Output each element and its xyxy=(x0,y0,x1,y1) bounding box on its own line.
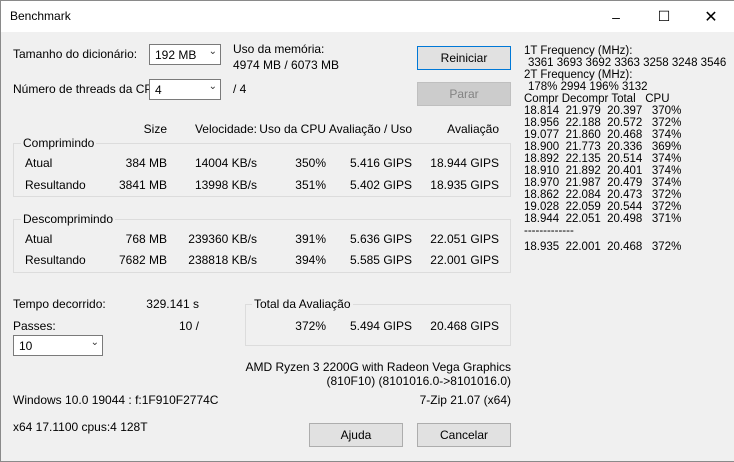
dict-select[interactable]: 192 MB ⌄ xyxy=(149,44,221,65)
compress-current-label: Atual xyxy=(25,156,53,170)
passes-select[interactable]: 10 ⌄ xyxy=(13,335,103,356)
chevron-down-icon: ⌄ xyxy=(90,337,99,348)
cpu-id: (810F10) (8101016.0->8101016.0) xyxy=(326,374,511,388)
threads-label: Número de threads da CPU: xyxy=(13,82,165,96)
results-row: 18.900 21.773 20.336 369% xyxy=(524,141,682,153)
decompress-current-size: 768 MB xyxy=(125,232,167,246)
frequency-panel: 1T Frequency (MHz): 3361 3693 3692 3363 … xyxy=(524,45,726,253)
decompress-current-label: Atual xyxy=(25,232,53,246)
f2-values: 178% 2994 196% 3132 xyxy=(528,81,648,93)
results-row: 18.944 22.051 20.498 371% xyxy=(524,213,682,225)
compress-result-speed: 13998 KB/s xyxy=(194,178,257,192)
compress-result-label: Resultando xyxy=(25,178,86,192)
elapsed-label: Tempo decorrido: xyxy=(13,297,106,311)
window-title: Benchmark xyxy=(10,9,71,23)
results-separator: ------------- xyxy=(524,225,574,237)
compress-result-rating-use: 5.402 GIPS xyxy=(349,178,412,192)
results-row: 18.970 21.987 20.479 374% xyxy=(524,177,682,189)
compress-current-rating: 18.944 GIPS xyxy=(430,156,499,170)
version-info: 7-Zip 21.07 (x64) xyxy=(419,393,511,407)
memory-label: Uso da memória: xyxy=(233,42,325,56)
decompress-current-cpu: 391% xyxy=(295,232,326,246)
compress-current-size: 384 MB xyxy=(125,156,167,170)
results-header: Compr Decompr Total CPU xyxy=(524,93,670,105)
close-icon[interactable]: ✕ xyxy=(688,1,734,32)
header-rating: Avaliação xyxy=(447,122,499,136)
decompress-result-rating-use: 5.585 GIPS xyxy=(349,253,412,267)
results-summary: 18.935 22.001 20.468 372% xyxy=(524,241,682,253)
elapsed-value: 329.141 s xyxy=(146,297,199,311)
benchmark-window: Benchmark – ☐ ✕ Tamanho do dicionário: 1… xyxy=(0,0,734,462)
header-size: Size xyxy=(143,122,167,136)
results-row: 18.910 21.892 20.401 374% xyxy=(524,165,682,177)
threads-total: / 4 xyxy=(233,82,247,96)
compress-current-rating-use: 5.416 GIPS xyxy=(349,156,412,170)
decompress-result-cpu: 394% xyxy=(295,253,326,267)
results-row: 19.028 22.059 20.544 372% xyxy=(524,201,682,213)
maximize-icon[interactable]: ☐ xyxy=(641,1,687,32)
help-button[interactable]: Ajuda xyxy=(309,423,403,447)
dict-label: Tamanho do dicionário: xyxy=(13,47,138,61)
compress-result-rating: 18.935 GIPS xyxy=(430,178,499,192)
total-cpu: 372% xyxy=(295,319,326,333)
cpu-model: AMD Ryzen 3 2200G with Radeon Vega Graph… xyxy=(245,360,511,374)
header-speed: Velocidade: xyxy=(194,122,257,136)
decompress-result-rating: 22.001 GIPS xyxy=(430,253,499,267)
minimize-icon[interactable]: – xyxy=(593,1,639,32)
results-row: 18.892 22.135 20.514 374% xyxy=(524,153,682,165)
threads-select[interactable]: 4 ⌄ xyxy=(149,79,221,100)
dict-select-value: 192 MB xyxy=(155,48,197,62)
decompress-result-size: 7682 MB xyxy=(118,253,167,267)
passes-value: 10 / xyxy=(178,319,199,333)
decompress-result-label: Resultando xyxy=(25,253,86,267)
restart-button[interactable]: Reiniciar xyxy=(417,46,511,70)
memory-value: 4974 MB / 6073 MB xyxy=(233,58,340,72)
results-row: 18.814 21.979 20.397 370% xyxy=(524,105,682,117)
decompress-result-speed: 238818 KB/s xyxy=(188,253,257,267)
os-info: Windows 10.0 19044 : f:1F910F2774C xyxy=(13,393,219,407)
decompress-current-speed: 239360 KB/s xyxy=(188,232,257,246)
decompress-current-rating: 22.051 GIPS xyxy=(430,232,499,246)
header-rating-use: Avaliação / Uso xyxy=(328,122,412,136)
compress-result-size: 3841 MB xyxy=(118,178,167,192)
results-row: 18.956 22.188 20.572 372% xyxy=(524,117,682,129)
arch-info: x64 17.1100 cpus:4 128T xyxy=(13,420,148,434)
header-cpu: Uso da CPU xyxy=(259,122,326,136)
threads-select-value: 4 xyxy=(155,83,162,97)
title-bar: Benchmark – ☐ ✕ xyxy=(1,1,734,32)
total-rating-use: 5.494 GIPS xyxy=(349,319,412,333)
passes-label: Passes: xyxy=(13,319,56,333)
compress-current-cpu: 350% xyxy=(295,156,326,170)
chevron-down-icon: ⌄ xyxy=(208,46,217,57)
cancel-button[interactable]: Cancelar xyxy=(417,423,511,447)
total-rating: 20.468 GIPS xyxy=(430,319,499,333)
decompress-current-rating-use: 5.636 GIPS xyxy=(349,232,412,246)
compress-title: Comprimindo xyxy=(21,136,97,150)
f2-label: 2T Frequency (MHz): xyxy=(524,69,633,81)
results-row: 19.077 21.860 20.468 374% xyxy=(524,129,682,141)
stop-button[interactable]: Parar xyxy=(417,82,511,106)
total-title: Total da Avaliação xyxy=(252,297,353,311)
compress-result-cpu: 351% xyxy=(295,178,326,192)
decompress-title: Descomprimindo xyxy=(21,212,116,226)
passes-select-value: 10 xyxy=(19,339,33,353)
results-rows: 18.814 21.979 20.397 370% 18.956 22.188 2… xyxy=(524,105,726,225)
f1-label: 1T Frequency (MHz): xyxy=(524,45,633,57)
chevron-down-icon: ⌄ xyxy=(208,81,217,92)
compress-current-speed: 14004 KB/s xyxy=(194,156,257,170)
results-row: 18.862 22.084 20.473 372% xyxy=(524,189,682,201)
f1-values: 3361 3693 3692 3363 3258 3248 3546 xyxy=(528,57,727,69)
